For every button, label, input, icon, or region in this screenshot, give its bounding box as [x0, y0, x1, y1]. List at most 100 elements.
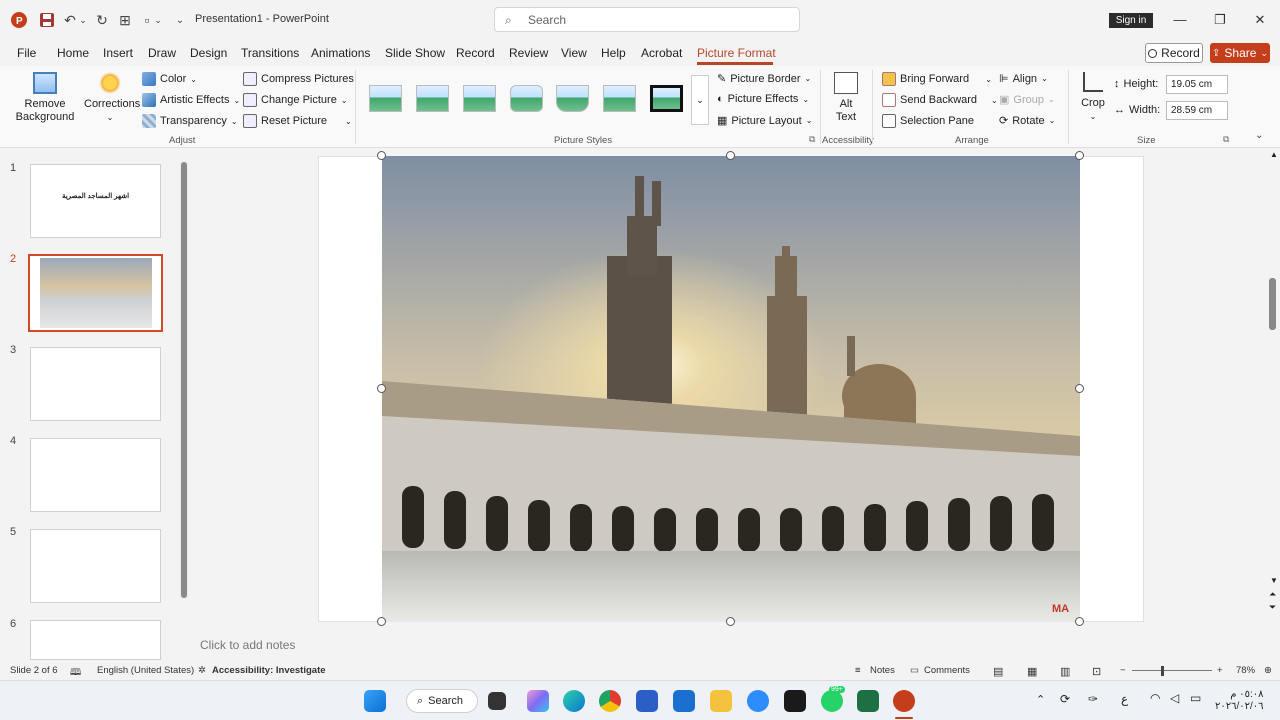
capcut-icon[interactable]	[784, 690, 806, 712]
slide-thumbnail-4[interactable]	[30, 438, 161, 512]
picture-styles-more-icon[interactable]: ⌄	[691, 75, 709, 125]
picture-style-2[interactable]	[416, 85, 449, 112]
artistic-effects-button[interactable]: Artistic Effects ⌄	[142, 93, 240, 107]
zoom-out-icon[interactable]: −	[1120, 665, 1126, 676]
transparency-button[interactable]: Transparency ⌄	[142, 114, 238, 128]
minimize-icon[interactable]: —	[1170, 10, 1190, 30]
picture-style-4[interactable]	[510, 85, 543, 112]
picture-style-5[interactable]	[556, 85, 589, 112]
thumbnail-scroll-thumb[interactable]	[181, 162, 187, 598]
tab-view[interactable]: View	[561, 46, 587, 60]
scroll-thumb[interactable]	[1269, 278, 1276, 330]
bring-forward-button[interactable]: Bring Forward ⌄	[882, 72, 992, 86]
tab-help[interactable]: Help	[601, 46, 626, 60]
picture-style-3[interactable]	[463, 85, 496, 112]
tab-insert[interactable]: Insert	[103, 46, 133, 60]
tab-file[interactable]: File	[17, 46, 36, 60]
height-field[interactable]: 19.05 cm	[1166, 75, 1228, 94]
comments-button[interactable]: Comments	[924, 665, 970, 676]
resize-handle-top[interactable]	[726, 151, 735, 160]
ribbon-collapse-icon[interactable]: ⌄	[1255, 130, 1263, 141]
sync-icon[interactable]: ⟳	[1060, 692, 1070, 706]
slide-thumbnail-1[interactable]: اشهر المساجد المصرية	[30, 164, 161, 238]
outlook-icon[interactable]	[673, 690, 695, 712]
restore-icon[interactable]: ❐	[1210, 10, 1230, 30]
align-button[interactable]: ⊫ Align ⌄	[999, 72, 1048, 86]
picture-border-button[interactable]: ✎ Picture Border ⌄	[717, 72, 811, 86]
whatsapp-icon[interactable]	[821, 690, 843, 712]
taskbar-search[interactable]: ⌕ Search	[406, 689, 478, 713]
width-field[interactable]: 28.59 cm	[1166, 101, 1228, 120]
picture-styles-launcher-icon[interactable]: ⧉	[809, 134, 815, 145]
size-launcher-icon[interactable]: ⧉	[1223, 134, 1229, 145]
tab-acrobat[interactable]: Acrobat	[641, 46, 682, 60]
compress-pictures-button[interactable]: Compress Pictures	[243, 72, 354, 86]
volume-icon[interactable]: ◁	[1170, 691, 1179, 705]
resize-handle-bottom[interactable]	[726, 617, 735, 626]
picture-style-6[interactable]	[603, 85, 636, 112]
customize-toolbar-icon[interactable]: ⌄	[170, 10, 190, 30]
reading-view-icon[interactable]: ▥	[1060, 665, 1070, 678]
record-button[interactable]: Record	[1145, 43, 1203, 63]
copilot-icon[interactable]	[527, 690, 549, 712]
close-icon[interactable]: ✕	[1250, 10, 1270, 30]
notes-button[interactable]: Notes	[870, 665, 895, 676]
tray-overflow-icon[interactable]: ⌃	[1036, 693, 1045, 706]
windows-start-icon[interactable]	[364, 690, 386, 712]
layout-dropdown-icon[interactable]: ⌄	[153, 10, 163, 30]
change-picture-button[interactable]: Change Picture ⌄	[243, 93, 348, 107]
tab-design[interactable]: Design	[190, 46, 227, 60]
store-icon[interactable]	[636, 690, 658, 712]
battery-icon[interactable]: ▭	[1190, 691, 1201, 705]
slideshow-view-icon[interactable]: ⊡	[1092, 665, 1101, 678]
tab-draw[interactable]: Draw	[148, 46, 176, 60]
tab-record[interactable]: Record	[456, 46, 495, 60]
slide-thumbnail-2[interactable]	[28, 254, 163, 332]
spelling-icon[interactable]: 🕮	[70, 665, 81, 681]
corrections-button[interactable]: Corrections ⌄	[84, 72, 140, 124]
picture-style-7[interactable]	[650, 85, 683, 112]
group-button[interactable]: ▣ Group ⌄	[999, 93, 1055, 107]
pen-icon[interactable]: ✑	[1088, 692, 1098, 706]
selected-picture[interactable]: MA	[382, 156, 1080, 622]
zoom-in-icon[interactable]: +	[1217, 665, 1223, 676]
wifi-icon[interactable]: ◠	[1150, 691, 1160, 705]
resize-handle-top-left[interactable]	[377, 151, 386, 160]
color-button[interactable]: Color ⌄	[142, 72, 197, 86]
remove-background-button[interactable]: Remove Background	[14, 72, 76, 124]
tab-transitions[interactable]: Transitions	[241, 46, 299, 60]
send-backward-button[interactable]: Send Backward ⌄	[882, 93, 998, 107]
language-indicator[interactable]: English (United States)	[97, 665, 194, 676]
edge-icon[interactable]	[563, 690, 585, 712]
thumbnail-scrollbar[interactable]	[180, 162, 188, 598]
zoom-slider[interactable]	[1132, 670, 1212, 671]
zoom-level[interactable]: 78%	[1236, 665, 1255, 676]
share-button[interactable]: ⇪ Share ⌄	[1210, 43, 1270, 63]
zoom-app-icon[interactable]	[747, 690, 769, 712]
tab-picture-format[interactable]: Picture Format	[697, 46, 776, 60]
alt-text-button[interactable]: Alt Text	[829, 72, 863, 124]
accessibility-status[interactable]: Accessibility: Investigate	[212, 665, 326, 676]
slide-sorter-icon[interactable]: ▦	[1027, 665, 1037, 678]
redo-icon[interactable]: ↻	[92, 10, 112, 30]
powerpoint-taskbar-icon[interactable]	[893, 690, 915, 712]
undo-icon[interactable]: ↶	[60, 10, 80, 30]
tab-home[interactable]: Home	[57, 46, 89, 60]
resize-handle-left[interactable]	[377, 384, 386, 393]
tab-slide-show[interactable]: Slide Show	[385, 46, 445, 60]
search-input[interactable]: ⌕ Search	[494, 7, 800, 32]
slide-thumbnail-3[interactable]	[30, 347, 161, 421]
sign-in-button[interactable]: Sign in	[1109, 13, 1153, 28]
picture-effects-button[interactable]: ◐ Picture Effects ⌄	[717, 93, 809, 105]
tab-review[interactable]: Review	[509, 46, 548, 60]
normal-view-icon[interactable]: ▤	[993, 665, 1003, 678]
input-language-icon[interactable]: ع	[1121, 692, 1128, 706]
resize-handle-top-right[interactable]	[1075, 151, 1084, 160]
chrome-icon[interactable]	[599, 690, 621, 712]
selection-pane-button[interactable]: Selection Pane	[882, 114, 974, 128]
previous-slide-icon[interactable]: ⏶	[1269, 589, 1276, 600]
vertical-scrollbar[interactable]: ▲ ▼ ⏶ ⏷	[1266, 148, 1280, 660]
undo-dropdown-icon[interactable]: ⌄	[78, 10, 88, 30]
resize-handle-right[interactable]	[1075, 384, 1084, 393]
zoom-slider-thumb[interactable]	[1161, 666, 1164, 676]
